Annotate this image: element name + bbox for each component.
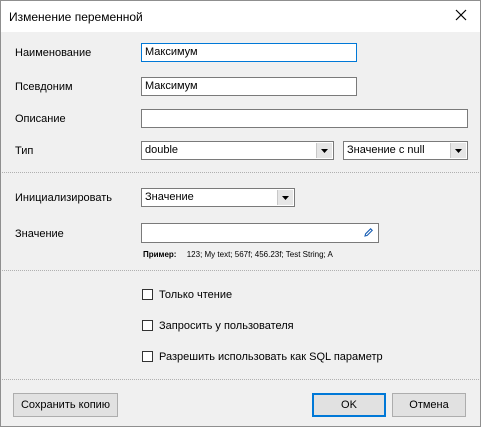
type-label: Тип bbox=[15, 145, 34, 157]
description-label: Описание bbox=[15, 113, 66, 125]
save-copy-button[interactable]: Сохранить копию bbox=[13, 393, 118, 417]
sql-param-checkbox[interactable] bbox=[142, 351, 153, 362]
init-dropdown[interactable]: Значение bbox=[141, 188, 295, 207]
chevron-down-icon[interactable] bbox=[450, 143, 466, 158]
ok-button[interactable]: OK bbox=[312, 393, 386, 417]
chevron-down-icon[interactable] bbox=[316, 143, 332, 158]
nullability-dropdown[interactable]: Значение с null bbox=[343, 141, 468, 160]
dialog-window: Изменение переменной Наименование Максим… bbox=[0, 0, 481, 427]
description-input[interactable] bbox=[141, 109, 468, 128]
example-hint: Пример: 123; My text; 567f; 456.23f; Tes… bbox=[143, 250, 333, 259]
cancel-button[interactable]: Отмена bbox=[392, 393, 466, 417]
example-text: 123; My text; 567f; 456.23f; Test String… bbox=[186, 250, 333, 259]
type-dropdown-value: double bbox=[145, 144, 179, 156]
init-dropdown-value: Значение bbox=[145, 191, 194, 203]
separator bbox=[2, 270, 479, 271]
chevron-down-icon[interactable] bbox=[277, 190, 293, 205]
name-input[interactable]: Максимум bbox=[141, 43, 357, 62]
separator bbox=[2, 379, 479, 380]
value-label: Значение bbox=[15, 228, 64, 240]
alias-input[interactable]: Максимум bbox=[141, 77, 357, 96]
init-label: Инициализировать bbox=[15, 192, 113, 204]
separator bbox=[2, 172, 479, 173]
type-dropdown[interactable]: double bbox=[141, 141, 334, 160]
close-button[interactable] bbox=[450, 6, 472, 26]
sql-param-label[interactable]: Разрешить использовать как SQL параметр bbox=[159, 351, 383, 363]
read-only-checkbox[interactable] bbox=[142, 289, 153, 300]
example-label: Пример: bbox=[143, 250, 177, 259]
pencil-icon[interactable] bbox=[363, 227, 374, 238]
alias-label: Псевдоним bbox=[15, 81, 73, 93]
ask-user-label[interactable]: Запросить у пользователя bbox=[159, 320, 294, 332]
nullability-dropdown-value: Значение с null bbox=[347, 144, 425, 156]
close-icon bbox=[455, 9, 467, 21]
name-label: Наименование bbox=[15, 47, 92, 59]
value-input[interactable] bbox=[141, 223, 379, 243]
ask-user-checkbox[interactable] bbox=[142, 320, 153, 331]
dialog-title: Изменение переменной bbox=[9, 10, 143, 24]
title-bar: Изменение переменной bbox=[1, 1, 480, 32]
read-only-label[interactable]: Только чтение bbox=[159, 289, 232, 301]
